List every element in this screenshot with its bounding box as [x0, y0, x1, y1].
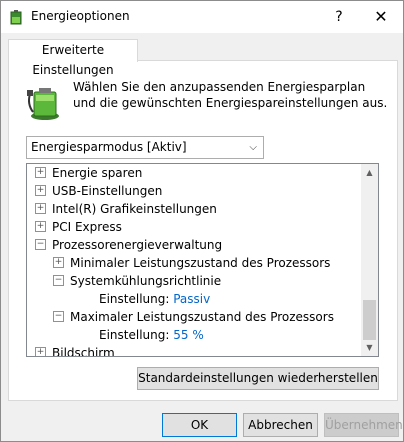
- setting-value-link[interactable]: 55 %: [173, 328, 204, 342]
- tree-item-min-processor-state[interactable]: + Minimaler Leistungszustand des Prozesso…: [53, 254, 330, 272]
- tree-item-label: Prozessorenergieverwaltung: [52, 238, 223, 252]
- expand-icon[interactable]: +: [35, 221, 46, 232]
- setting-value-link[interactable]: Passiv: [173, 292, 210, 306]
- power-options-window: Energieoptionen ? ✕ Erweiterte Einstellu…: [0, 0, 404, 442]
- tree-item-energie-sparen[interactable]: + Energie sparen: [35, 164, 142, 182]
- scroll-up-arrow[interactable]: ▲: [361, 164, 378, 181]
- tree-item-label: Intel(R) Grafikeinstellungen: [52, 202, 217, 216]
- tree-item-pci-express[interactable]: + PCI Express: [35, 218, 122, 236]
- help-button[interactable]: ?: [317, 1, 361, 33]
- setting-label: Einstellung:: [99, 328, 170, 342]
- tree-item-intel-graphics[interactable]: + Intel(R) Grafikeinstellungen: [35, 200, 217, 218]
- tree-item-label: Minimaler Leistungszustand des Prozessor…: [70, 256, 331, 270]
- settings-tree-list: + Energie sparen + USB-Einstellungen + Inte…: [27, 164, 361, 356]
- tree-item-max-processor-state[interactable]: − Maximaler Leistungszustand des Prozesso…: [53, 308, 334, 326]
- apply-button[interactable]: Übernehmen: [324, 413, 403, 437]
- power-plan-select[interactable]: Energiesparmodus [Aktiv] ⌵: [26, 136, 264, 159]
- tree-item-processor-power[interactable]: − Prozessorenergieverwaltung: [35, 236, 222, 254]
- scrollbar-thumb[interactable]: [363, 300, 376, 340]
- expand-icon[interactable]: +: [35, 167, 46, 178]
- expand-icon[interactable]: +: [35, 185, 46, 196]
- tree-item-cooling-policy[interactable]: − Systemkühlungsrichtlinie: [53, 272, 221, 290]
- tree-item-max-state-setting[interactable]: Einstellung: 55 %: [99, 326, 204, 344]
- tree-item-cooling-setting[interactable]: Einstellung: Passiv: [99, 290, 210, 308]
- collapse-icon[interactable]: −: [35, 239, 46, 250]
- collapse-icon[interactable]: −: [53, 311, 64, 322]
- tree-item-label: USB-Einstellungen: [52, 184, 163, 198]
- tree-item-label: Systemkühlungsrichtlinie: [70, 274, 222, 288]
- window-title: Energieoptionen: [31, 9, 130, 23]
- title-bar: Energieoptionen ? ✕: [1, 1, 403, 33]
- setting-label: Einstellung:: [99, 292, 170, 306]
- cancel-button[interactable]: Abbrechen: [243, 413, 318, 437]
- close-button[interactable]: ✕: [359, 1, 403, 33]
- description-text: Wählen Sie den anzupassenden Energiespar…: [73, 80, 388, 110]
- expand-icon[interactable]: +: [35, 203, 46, 214]
- settings-tree[interactable]: + Energie sparen + USB-Einstellungen + Inte…: [26, 163, 379, 357]
- tree-item-label: Bildschirm: [52, 346, 115, 356]
- tree-item-label: PCI Express: [52, 220, 122, 234]
- battery-app-icon: [10, 10, 22, 25]
- restore-defaults-button[interactable]: Standardeinstellungen wiederherstellen: [137, 367, 379, 390]
- tree-item-usb[interactable]: + USB-Einstellungen: [35, 182, 162, 200]
- collapse-icon[interactable]: −: [53, 275, 64, 286]
- tab-advanced-settings[interactable]: Erweiterte Einstellungen: [8, 39, 138, 77]
- vertical-scrollbar[interactable]: ▲ ▼: [361, 164, 378, 356]
- scroll-down-arrow[interactable]: ▼: [361, 339, 378, 356]
- power-plan-value: Energiesparmodus [Aktiv]: [31, 140, 187, 154]
- tree-item-label: Energie sparen: [52, 166, 143, 180]
- advanced-settings-panel: Wählen Sie den anzupassenden Energiespar…: [8, 60, 398, 401]
- chevron-down-icon: ⌵: [249, 142, 257, 153]
- expand-icon[interactable]: +: [53, 257, 64, 268]
- battery-icon: [27, 88, 59, 120]
- tree-item-label: Maximaler Leistungszustand des Prozessor…: [70, 310, 334, 324]
- tree-item-display[interactable]: + Bildschirm: [35, 344, 115, 356]
- ok-button[interactable]: OK: [162, 413, 237, 437]
- expand-icon[interactable]: +: [35, 347, 46, 356]
